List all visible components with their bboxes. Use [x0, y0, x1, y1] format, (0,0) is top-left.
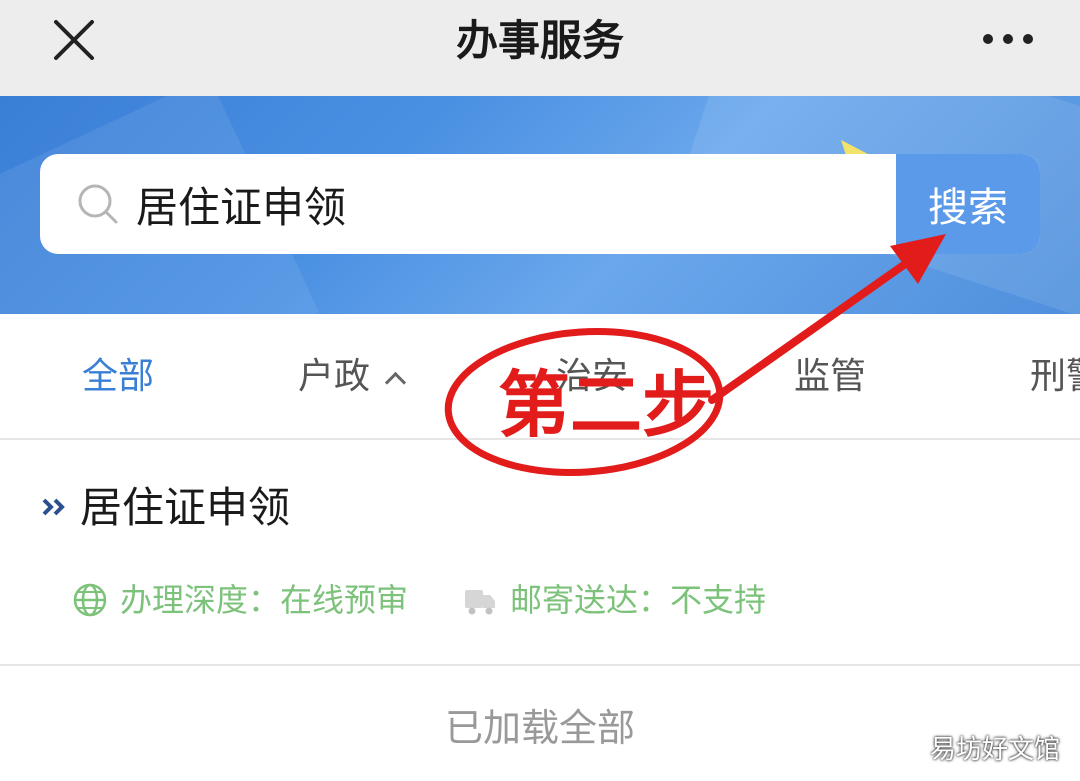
list-item[interactable]: 居住证申领 办理深度：在线预审 邮寄送达：不支持: [0, 440, 1080, 666]
search-bar: 搜索: [40, 154, 1040, 254]
tab-label: 治安: [556, 356, 629, 397]
mail-delivery-value: 不支持: [670, 581, 767, 619]
handling-depth-value: 在线预审: [280, 581, 409, 619]
tab-label: 监管: [794, 356, 867, 397]
tab-supervision[interactable]: 监管: [794, 352, 866, 402]
tab-public-security[interactable]: 治安: [556, 352, 628, 402]
category-tabs: 全部 户政 治安 监管 刑警: [0, 314, 1080, 440]
globe-icon: [73, 583, 107, 617]
handling-depth-label: 办理深度：: [120, 581, 281, 619]
tab-all[interactable]: 全部: [82, 352, 154, 402]
page-title: 办事服务: [455, 16, 624, 65]
double-chevron-right-icon: [42, 498, 65, 516]
handling-depth: 办理深度：在线预审: [72, 576, 452, 624]
tab-label: 全部: [82, 356, 155, 397]
more-button[interactable]: [978, 24, 1038, 54]
mail-delivery: 邮寄送达：不支持: [462, 576, 842, 624]
tab-label: 刑警: [1030, 356, 1080, 397]
tab-label: 户政: [298, 356, 371, 397]
watermark: 易坊好文馆: [930, 735, 1061, 765]
close-button[interactable]: [48, 14, 100, 66]
tab-criminal-police[interactable]: 刑警: [1030, 352, 1080, 402]
search-button[interactable]: 搜索: [896, 154, 1040, 254]
chevron-up-icon: [384, 371, 407, 394]
delivery-truck-icon: [465, 590, 495, 615]
search-input[interactable]: [136, 154, 896, 254]
search-icon: [78, 184, 118, 224]
top-navigation-bar: 办事服务: [0, 0, 1080, 96]
close-icon: [54, 20, 94, 60]
result-title[interactable]: 居住证申领: [80, 480, 290, 536]
more-dots-icon: [983, 34, 1033, 44]
tab-household[interactable]: 户政: [298, 352, 407, 402]
mail-delivery-label: 邮寄送达：: [510, 581, 671, 619]
loaded-all-text: 已加载全部: [444, 706, 635, 750]
